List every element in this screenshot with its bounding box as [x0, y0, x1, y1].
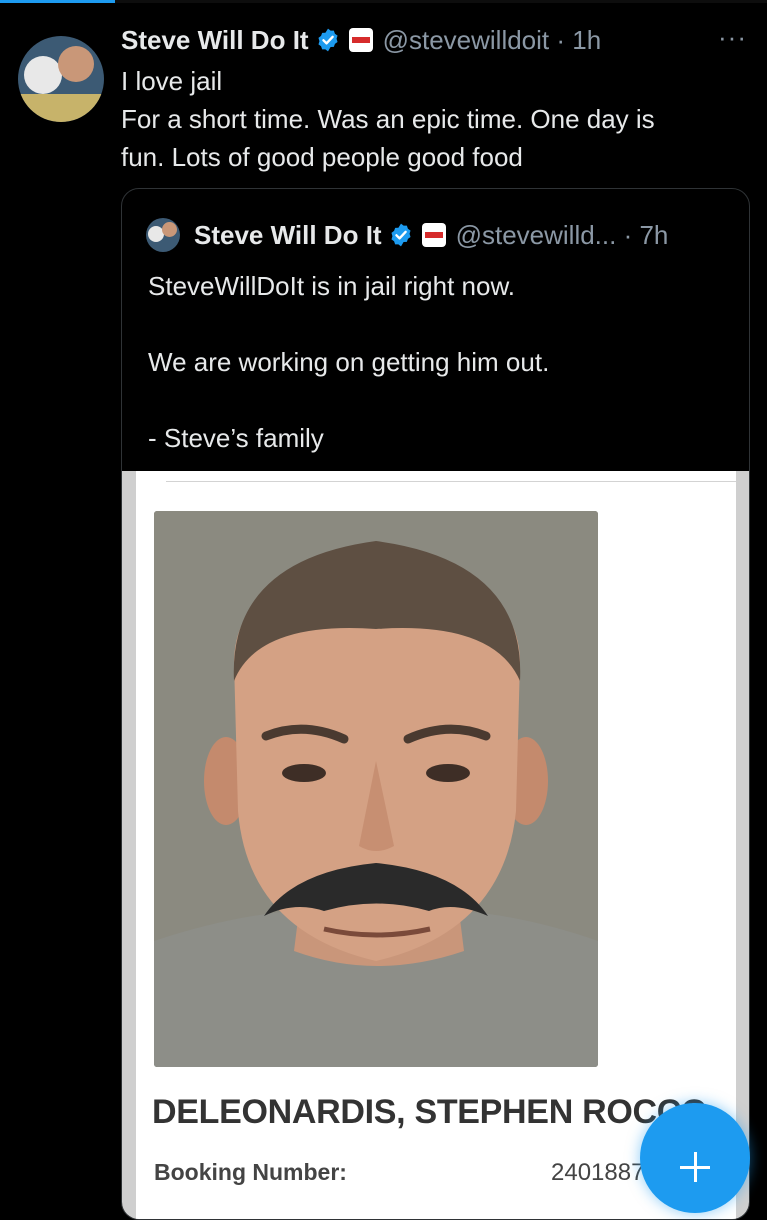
quoted-line — [148, 381, 549, 419]
tweet-line: I love jail — [121, 66, 223, 96]
quoted-line — [148, 305, 549, 343]
mugshot-photo — [154, 511, 598, 1067]
quoted-author-handle-time: @stevewilld... · 7h — [455, 219, 669, 250]
progress-fill — [0, 0, 116, 3]
verified-badge-icon — [391, 223, 411, 247]
quoted-tweet-header: Steve Will Do It @stevewilld... · 7h — [146, 217, 668, 253]
quoted-line: - Steve’s family — [148, 423, 324, 453]
booking-card: DELEONARDIS, STEPHEN ROCCO Booking Numbe… — [136, 471, 736, 1219]
author-avatar[interactable] — [18, 36, 104, 122]
tweet-line: For a short time. Was an epic time. One … — [121, 104, 655, 134]
quoted-tweet[interactable]: Steve Will Do It @stevewilld... · 7h Ste… — [121, 188, 750, 1220]
tweet-line: fun. Lots of good people good food — [121, 142, 523, 172]
quoted-line: SteveWillDoIt is in jail right now. — [148, 271, 516, 301]
quoted-author-name: Steve Will Do It — [194, 219, 382, 250]
author-name[interactable]: Steve Will Do It — [121, 25, 309, 56]
quoted-line: We are working on getting him out. — [148, 347, 550, 377]
affiliate-badge-icon[interactable] — [348, 28, 373, 52]
inmate-name: DELEONARDIS, STEPHEN ROCCO — [152, 1093, 708, 1131]
quoted-tweet-text: SteveWillDoIt is in jail right now. We a… — [148, 267, 549, 457]
video-progress-bar[interactable] — [0, 0, 767, 3]
booking-number-label: Booking Number: — [154, 1159, 347, 1185]
compose-button[interactable] — [640, 1103, 750, 1213]
tweet-text: I love jail For a short time. Was an epi… — [121, 62, 741, 176]
booking-screenshot-image[interactable]: DELEONARDIS, STEPHEN ROCCO Booking Numbe… — [122, 471, 749, 1219]
tweet-header: Steve Will Do It @stevewilldoit · 1h — [121, 22, 601, 58]
affiliate-badge-icon — [421, 223, 446, 247]
quoted-author-avatar — [146, 218, 180, 252]
more-icon[interactable]: ··· — [718, 22, 747, 53]
verified-badge-icon — [318, 28, 338, 52]
author-handle-time[interactable]: @stevewilldoit · 1h — [383, 25, 602, 56]
